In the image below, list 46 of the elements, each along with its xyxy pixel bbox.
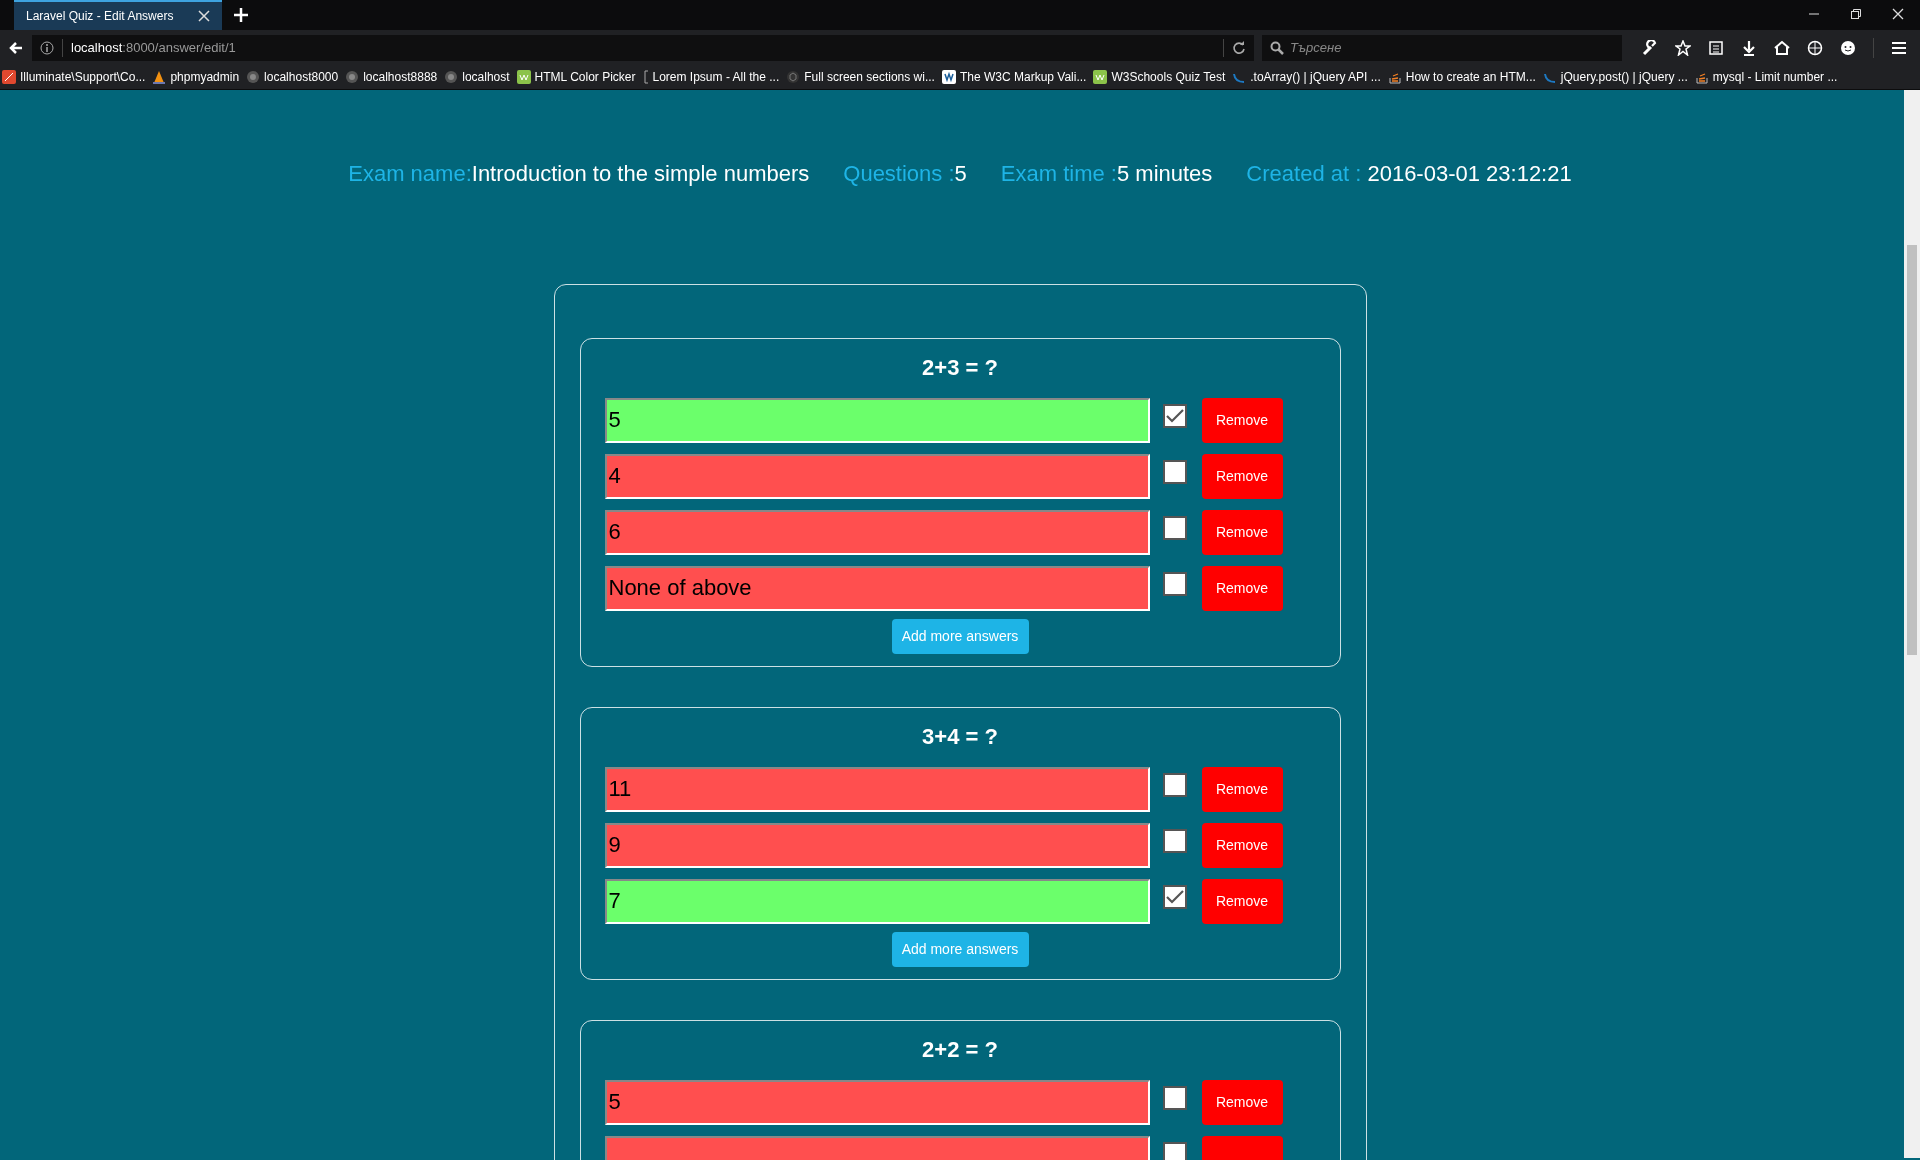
question-title: 3+4 = ?: [922, 723, 998, 751]
field-value: 5 minutes: [1116, 160, 1213, 188]
remove-button[interactable]: Remove: [1201, 565, 1283, 611]
bookmark-link[interactable]: localhost: [444, 68, 510, 86]
bookmark-link[interactable]: localhost8888: [345, 68, 438, 86]
field-label: Questions :: [843, 160, 955, 188]
remove-button[interactable]: Remove: [1201, 453, 1283, 499]
answer-field[interactable]: 9: [604, 822, 1150, 868]
bookmark-link[interactable]: Lorem Ipsum - All the ...: [642, 68, 780, 86]
question-title: 2+3 = ?: [922, 354, 998, 382]
field-label: Exam name:: [348, 160, 472, 188]
remove-button[interactable]: Remove: [1201, 1079, 1283, 1125]
bookmark-link[interactable]: Full screen sections wi...: [786, 68, 935, 86]
field-value: 2016-03-01 23:12:21: [1367, 160, 1572, 188]
field-value: 5: [954, 160, 967, 188]
bookmark-link[interactable]: W3Schools Quiz Test: [1093, 68, 1226, 86]
field-label: Created at :: [1246, 160, 1363, 188]
url-text: localhost:8000/answer/edit/1: [71, 38, 236, 57]
answer-field[interactable]: None of above: [604, 565, 1150, 611]
bookmark-link[interactable]: jQuery.post() | jQuery ...: [1542, 68, 1688, 86]
bookmark-link[interactable]: .toArray() | jQuery API ...: [1232, 68, 1381, 86]
answer-field[interactable]: 5: [604, 1079, 1150, 1125]
address-bar[interactable]: localhost:8000/answer/edit/1: [32, 34, 1254, 61]
remove-button[interactable]: Remove: [1201, 766, 1283, 812]
bookmark-link[interactable]: localhost8000: [246, 68, 339, 86]
answer-field[interactable]: 7: [604, 878, 1150, 924]
answer-field[interactable]: 6: [604, 509, 1150, 555]
bookmark-link[interactable]: The W3C Markup Vali...: [941, 68, 1087, 86]
remove-button[interactable]: Remove: [1201, 822, 1283, 868]
remove-button[interactable]: Remove: [1201, 509, 1283, 555]
browser-tab[interactable]: Laravel Quiz - Edit Answers: [14, 0, 222, 30]
remove-button[interactable]: Remove: [1201, 397, 1283, 443]
search-field[interactable]: Търсене: [1262, 34, 1622, 61]
tab-title: Laravel Quiz - Edit Answers: [26, 8, 174, 25]
answer-field[interactable]: 11: [604, 766, 1150, 812]
remove-button[interactable]: Remove: [1201, 878, 1283, 924]
field-value: Introduction to the simple numbers: [471, 160, 810, 188]
bookmark-link[interactable]: HTML Color Picker: [516, 68, 636, 86]
bookmark-link[interactable]: Illuminate\Support\Co...: [2, 68, 146, 86]
bookmark-link[interactable]: phpmyadmin: [152, 68, 240, 86]
answer-field[interactable]: 4: [604, 453, 1150, 499]
bookmark-link[interactable]: mysql - Limit number ...: [1694, 68, 1838, 86]
field-label: Exam time :: [1000, 160, 1117, 188]
question-title: 2+2 = ?: [922, 1036, 998, 1064]
bookmark-link[interactable]: How to create an HTM...: [1387, 68, 1536, 86]
answer-field[interactable]: 5: [604, 397, 1150, 443]
